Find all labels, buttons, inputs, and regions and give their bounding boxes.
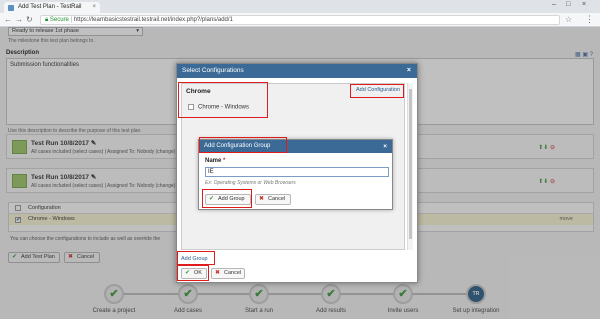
- highlight-box: [178, 82, 268, 118]
- browser-tab-bar: Add Test Plan - TestRail × – □ ×: [0, 0, 600, 13]
- browser-tab[interactable]: Add Test Plan - TestRail ×: [4, 2, 100, 13]
- bookmark-star-icon[interactable]: ☆: [565, 15, 572, 24]
- maximize-icon[interactable]: □: [566, 1, 570, 8]
- dialog-close-icon[interactable]: ×: [383, 140, 387, 153]
- tab-close-icon[interactable]: ×: [92, 2, 96, 13]
- name-label: Name *: [205, 158, 226, 164]
- testrail-favicon-icon: [8, 5, 14, 11]
- group-name-input[interactable]: IE: [205, 167, 389, 177]
- modal-header: Select Configurations ×: [177, 64, 417, 78]
- highlight-box: [202, 189, 252, 208]
- modal-title: Select Configurations: [182, 67, 244, 74]
- cross-icon: ✖: [259, 196, 265, 202]
- dialog-cancel-button[interactable]: ✖ Cancel: [255, 194, 291, 205]
- highlight-box: [350, 84, 404, 98]
- scrollbar-thumb[interactable]: [409, 89, 412, 239]
- modal-cancel-button[interactable]: ✖ Cancel: [211, 268, 245, 279]
- secure-label: Secure: [49, 17, 69, 23]
- browser-menu-icon[interactable]: ⋮: [585, 14, 594, 25]
- name-hint: Ex: Operating Systems or Web Browsers: [205, 180, 296, 186]
- highlight-box: [177, 265, 209, 281]
- highlight-box: [177, 251, 215, 265]
- cross-icon: ✖: [215, 270, 221, 276]
- back-icon[interactable]: ←: [4, 15, 12, 25]
- minimize-icon[interactable]: –: [552, 1, 556, 8]
- highlight-box: [199, 137, 287, 153]
- lock-icon: 🔒︎: [45, 17, 49, 23]
- reload-icon[interactable]: ↻: [26, 15, 33, 25]
- modal-close-icon[interactable]: ×: [407, 64, 411, 78]
- window-close-icon[interactable]: ×: [582, 1, 586, 8]
- address-bar-row: ← → ↻ 🔒︎ Secure | https://learnbasicstes…: [0, 13, 600, 27]
- scrollbar[interactable]: [407, 83, 413, 250]
- url-text: https://learnbasicstestrail.testrail.net…: [73, 17, 233, 23]
- tab-title: Add Test Plan - TestRail: [18, 4, 82, 10]
- url-field[interactable]: 🔒︎ Secure | https://learnbasicstestrail.…: [40, 15, 560, 25]
- forward-icon[interactable]: →: [15, 15, 23, 25]
- required-mark: *: [223, 158, 226, 164]
